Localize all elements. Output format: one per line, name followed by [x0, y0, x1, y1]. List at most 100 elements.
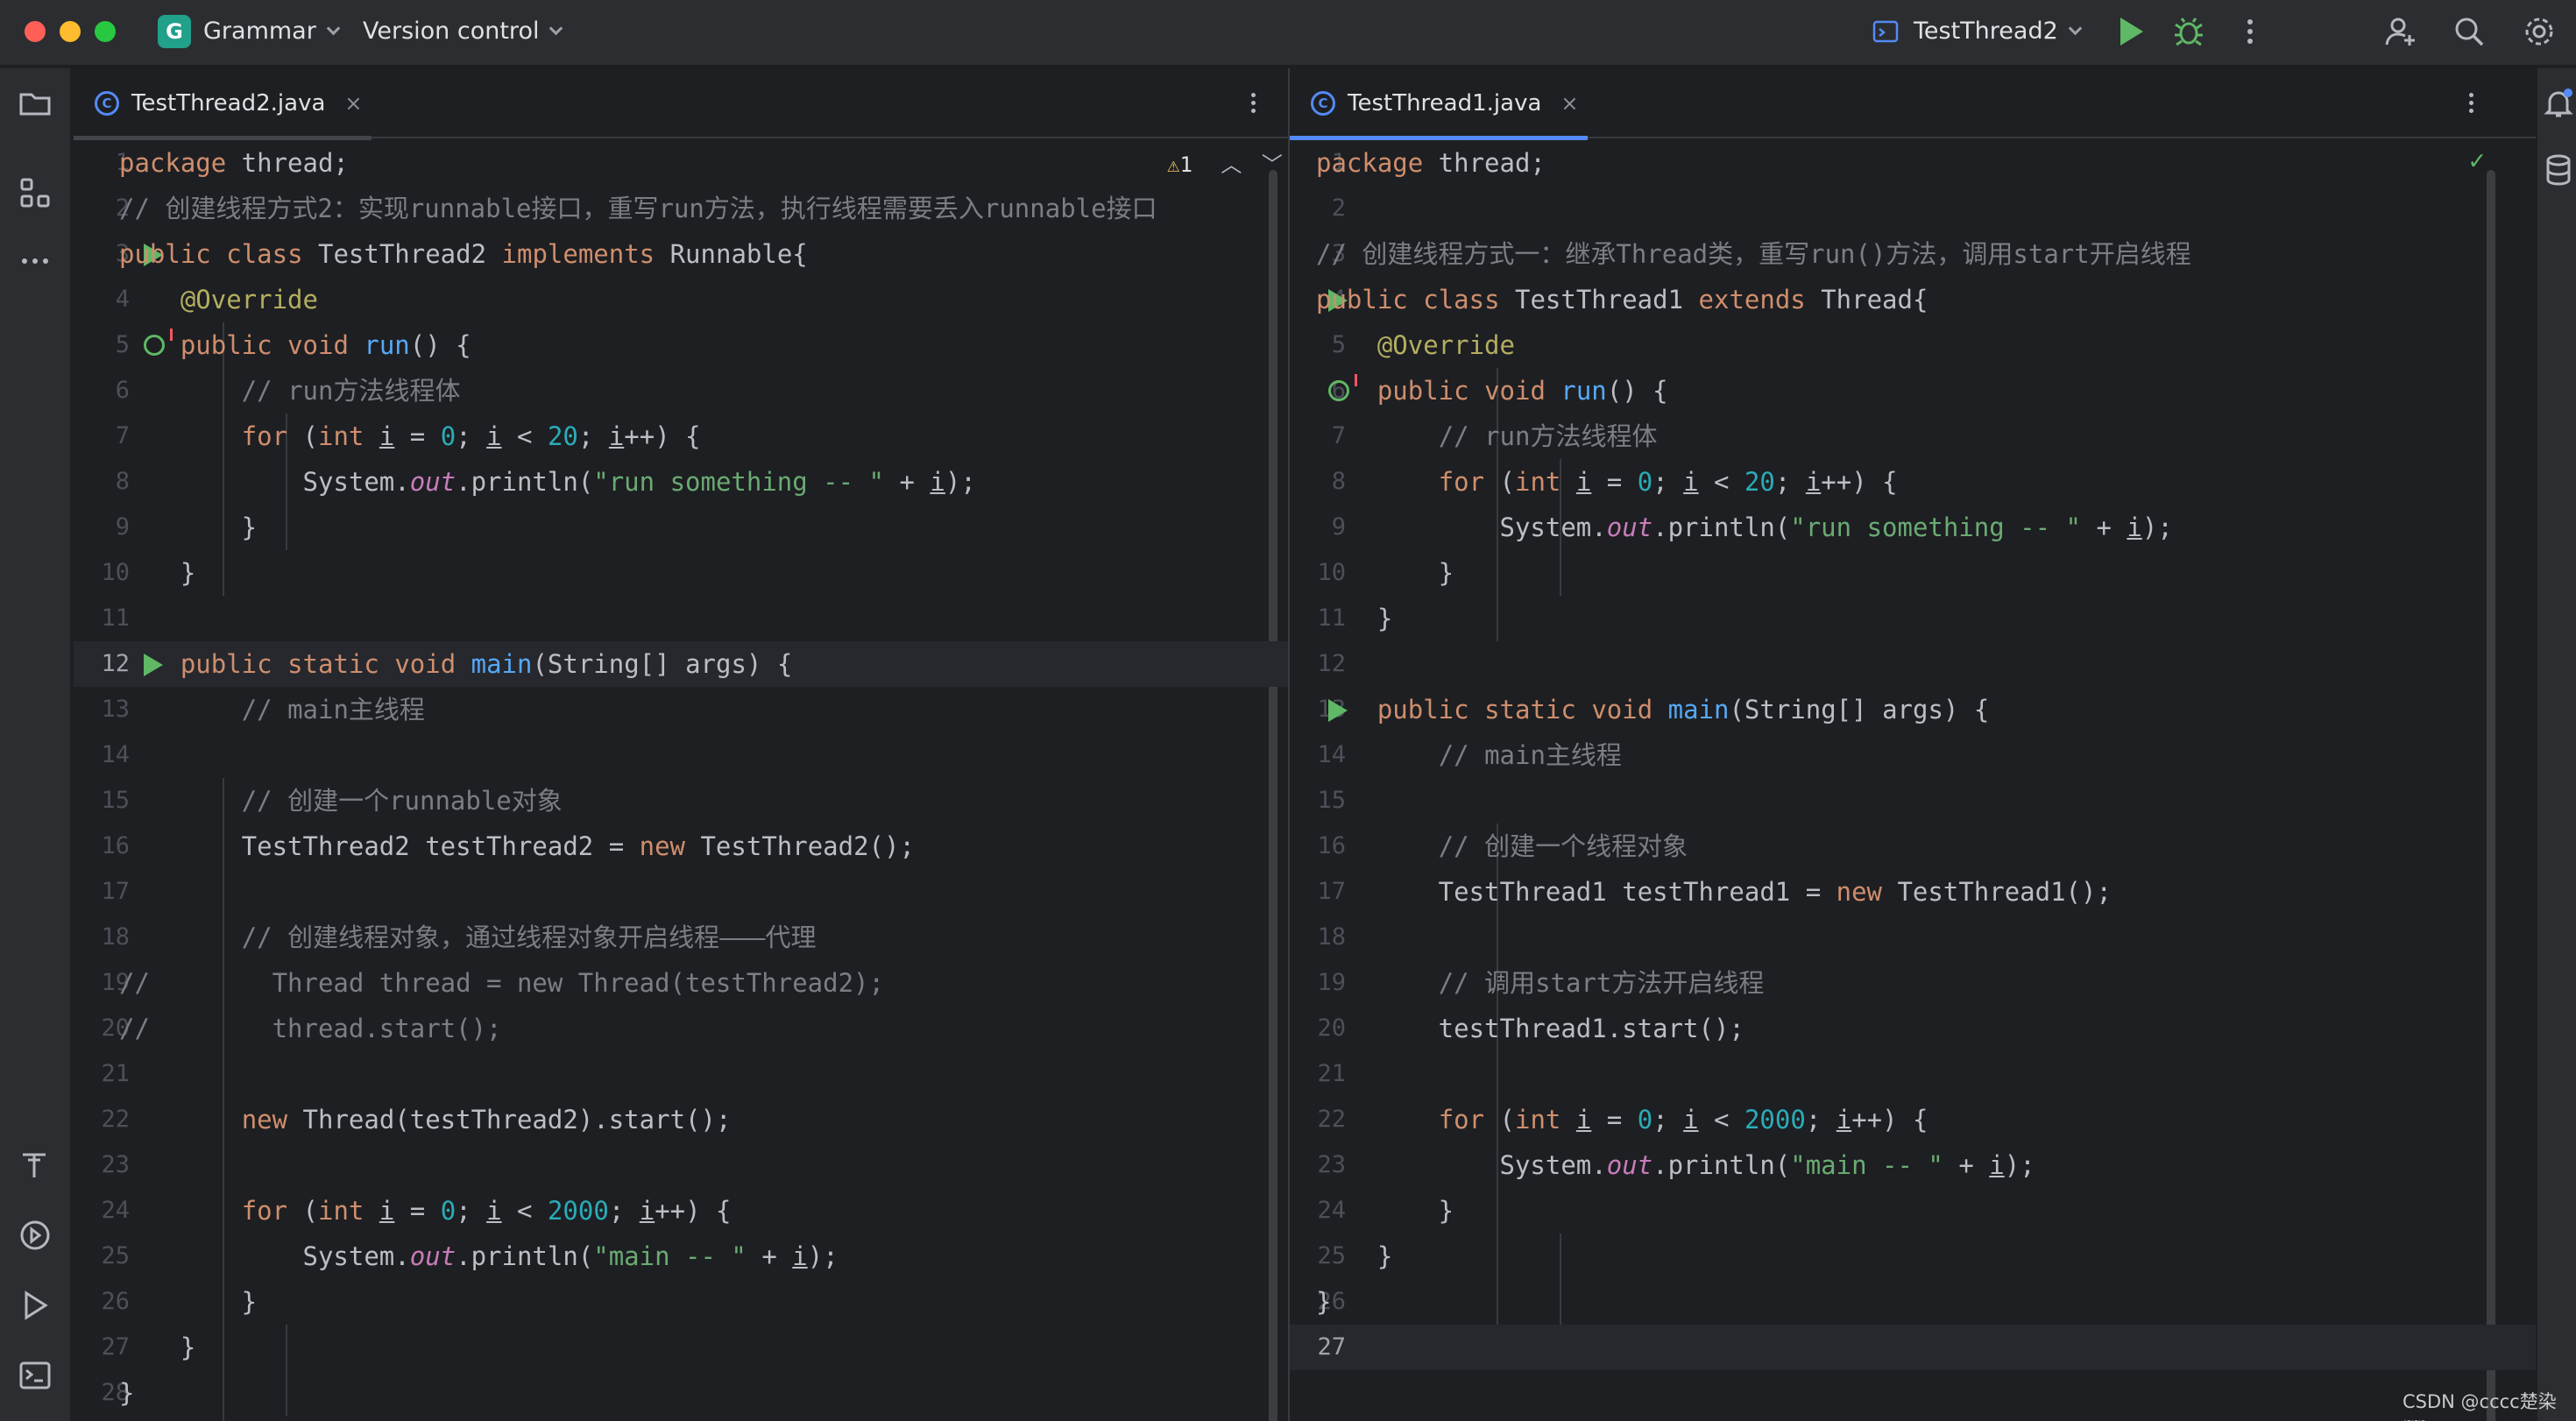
line-number[interactable]: 2 — [1290, 186, 1346, 231]
code-line[interactable]: 14 — [74, 732, 1288, 778]
zoom-window-button[interactable] — [95, 21, 116, 42]
code-line[interactable]: 28} — [74, 1370, 1288, 1416]
close-tab-icon[interactable]: × — [344, 91, 362, 116]
left-tab-bar: C TestThread2.java × — [74, 68, 1288, 140]
code-line[interactable]: 5 @Override — [1290, 322, 2536, 368]
java-class-icon: C — [1311, 91, 1335, 116]
code-line[interactable]: 9 System.out.println("run something -- "… — [1290, 505, 2536, 550]
code-line[interactable]: 25 System.out.println("main -- " + i); — [74, 1234, 1288, 1279]
code-line[interactable]: 7 for (int i = 0; i < 20; i++) { — [74, 414, 1288, 459]
code-line[interactable]: 20 testThread1.start(); — [1290, 1006, 2536, 1051]
code-line[interactable]: 1 package thread; — [1290, 140, 2536, 186]
code-line[interactable]: 13 // main主线程 — [74, 687, 1288, 732]
structure-icon[interactable] — [18, 175, 53, 210]
code-line[interactable]: 13 public static void main(String[] args… — [1290, 687, 2536, 732]
code-line[interactable]: 26} — [1290, 1279, 2536, 1325]
code-line[interactable]: 17 TestThread1 testThread1 = new TestThr… — [1290, 869, 2536, 915]
code-line[interactable]: 4 @Override — [74, 277, 1288, 322]
code-line[interactable]: 24 for (int i = 0; i < 2000; i++) { — [74, 1188, 1288, 1234]
code-line[interactable]: 12 — [1290, 641, 2536, 687]
run-button-icon[interactable] — [2120, 18, 2143, 46]
code-line[interactable]: 21 — [1290, 1051, 2536, 1097]
minimize-window-button[interactable] — [60, 21, 81, 42]
terminal-icon[interactable] — [18, 1358, 53, 1393]
close-tab-icon[interactable]: × — [1560, 91, 1578, 116]
code-line[interactable]: 18 // 创建线程对象，通过线程对象开启线程———代理 — [74, 915, 1288, 960]
tab-testthread1[interactable]: C TestThread1.java × — [1290, 68, 1588, 140]
run-icon[interactable] — [18, 1288, 53, 1323]
code-line[interactable]: 9 } — [74, 505, 1288, 550]
database-icon[interactable] — [2541, 152, 2576, 187]
code-text: public static void main(String[] args) { — [180, 649, 793, 679]
code-line[interactable]: 19 // 调用start方法开启线程 — [1290, 960, 2536, 1006]
code-line[interactable]: 22 new Thread(testThread2).start(); — [74, 1097, 1288, 1142]
code-line[interactable]: 4 public class TestThread1 extends Thread… — [1290, 277, 2536, 322]
code-line[interactable]: 24 } — [1290, 1188, 2536, 1234]
line-number[interactable]: 27 — [1290, 1325, 1346, 1370]
code-line[interactable]: 10 } — [74, 550, 1288, 596]
code-line[interactable]: 22 for (int i = 0; i < 2000; i++) { — [1290, 1097, 2536, 1142]
code-line[interactable]: 11 } — [1290, 596, 2536, 641]
line-number[interactable]: 18 — [1290, 915, 1346, 960]
line-number[interactable]: 23 — [74, 1142, 130, 1188]
code-line[interactable]: 1 package thread; — [74, 140, 1288, 186]
more-actions-icon[interactable] — [2233, 14, 2268, 49]
code-line[interactable]: 5 public void run() { — [74, 322, 1288, 368]
code-line[interactable]: 7 // run方法线程体 — [1290, 414, 2536, 459]
code-line[interactable]: 8 System.out.println("run something -- "… — [74, 459, 1288, 505]
tab-testthread2[interactable]: C TestThread2.java × — [74, 68, 372, 140]
code-line[interactable]: 27 — [1290, 1325, 2536, 1370]
line-number[interactable]: 11 — [74, 596, 130, 641]
notifications-icon[interactable] — [2541, 86, 2576, 121]
code-line[interactable]: 17 — [74, 869, 1288, 915]
code-line[interactable]: 19// Thread thread = new Thread(testThre… — [74, 960, 1288, 1006]
code-line[interactable]: 25 } — [1290, 1234, 2536, 1279]
line-number[interactable]: 21 — [1290, 1051, 1346, 1097]
code-text: } — [1316, 1196, 1454, 1226]
folder-icon[interactable] — [18, 86, 53, 121]
more-icon[interactable] — [18, 244, 53, 279]
search-icon[interactable] — [2452, 14, 2487, 49]
settings-icon[interactable] — [2522, 14, 2557, 49]
version-control-menu[interactable]: Version control — [363, 16, 563, 47]
code-line[interactable]: 23 — [74, 1142, 1288, 1188]
code-line[interactable]: 26 } — [74, 1279, 1288, 1325]
code-line[interactable]: 10 } — [1290, 550, 2536, 596]
line-number[interactable]: 15 — [1290, 778, 1346, 824]
code-line[interactable]: 15 // 创建一个runnable对象 — [74, 778, 1288, 824]
project-selector[interactable]: Grammar — [203, 16, 341, 47]
code-line[interactable]: 20// thread.start(); — [74, 1006, 1288, 1051]
tab-options-icon[interactable] — [2469, 89, 2476, 117]
code-line[interactable]: 8 for (int i = 0; i < 20; i++) { — [1290, 459, 2536, 505]
code-line[interactable]: 6 public void run() { — [1290, 368, 2536, 414]
code-line[interactable]: 2 — [1290, 186, 2536, 231]
build-icon[interactable] — [18, 1148, 53, 1183]
debug-icon[interactable] — [2171, 14, 2206, 49]
code-line[interactable]: 14 // main主线程 — [1290, 732, 2536, 778]
code-line[interactable]: 12 public static void main(String[] args… — [74, 641, 1288, 687]
code-line[interactable]: 11 — [74, 596, 1288, 641]
code-line[interactable]: 27 } — [74, 1325, 1288, 1370]
line-number[interactable]: 17 — [74, 869, 130, 915]
code-line[interactable]: 6 // run方法线程体 — [74, 368, 1288, 414]
tab-options-icon[interactable] — [1251, 89, 1258, 117]
code-line[interactable]: 2// 创建线程方式2：实现runnable接口，重写run方法，执行线程需要丢… — [74, 186, 1288, 231]
code-line[interactable]: 18 — [1290, 915, 2536, 960]
close-window-button[interactable] — [25, 21, 46, 42]
code-line[interactable]: 16 // 创建一个线程对象 — [1290, 824, 2536, 869]
code-line[interactable]: 15 — [1290, 778, 2536, 824]
code-line[interactable]: 3// 创建线程方式一：继承Thread类，重写run()方法，调用start开… — [1290, 231, 2536, 277]
code-text: public class TestThread1 extends Thread{ — [1316, 285, 1928, 315]
line-number[interactable]: 14 — [74, 732, 130, 778]
run-config-selector[interactable]: TestThread2 — [1914, 16, 2083, 47]
code-line[interactable]: 16 TestThread2 testThread2 = new TestThr… — [74, 824, 1288, 869]
line-number[interactable]: 21 — [74, 1051, 130, 1097]
add-user-icon[interactable] — [2383, 14, 2418, 49]
services-icon[interactable] — [18, 1218, 53, 1253]
chevron-down-icon — [2068, 21, 2083, 36]
code-line[interactable]: 21 — [74, 1051, 1288, 1097]
code-line[interactable]: 23 System.out.println("main -- " + i); — [1290, 1142, 2536, 1188]
line-number[interactable]: 12 — [1290, 641, 1346, 687]
project-badge[interactable]: G — [158, 15, 191, 48]
code-line[interactable]: 3 public class TestThread2 implements Run… — [74, 231, 1288, 277]
